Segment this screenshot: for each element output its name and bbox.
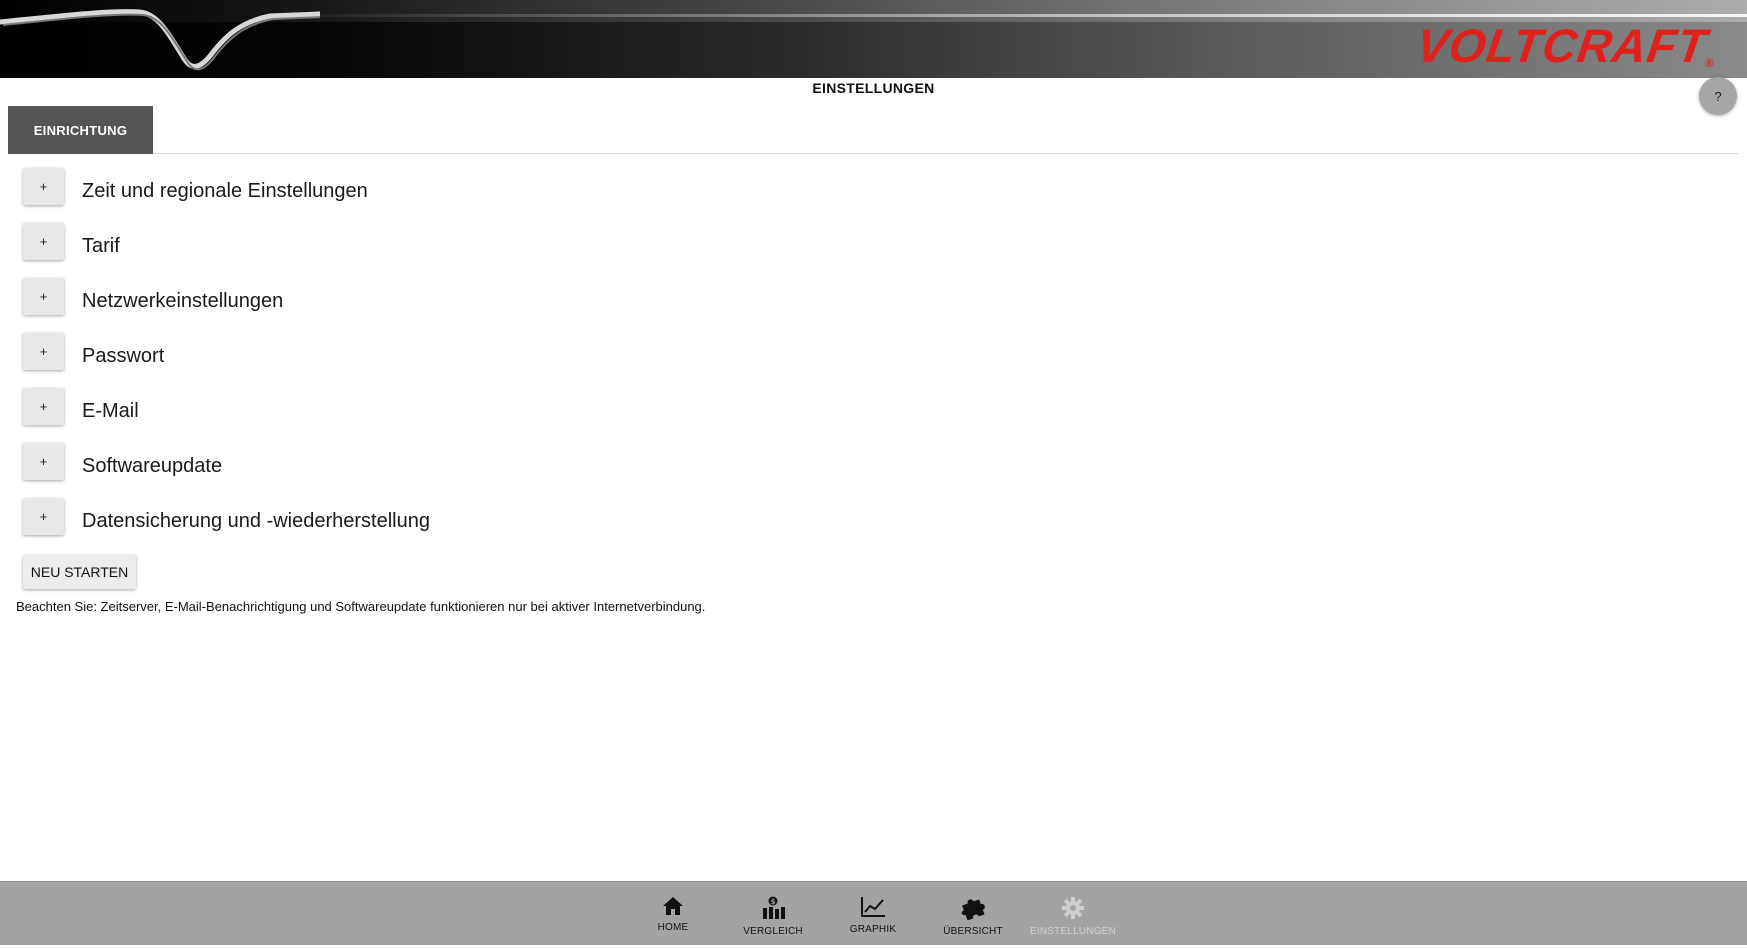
swoosh-logo-icon bbox=[0, 9, 320, 71]
section-label[interactable]: Netzwerkeinstellungen bbox=[82, 290, 283, 313]
nav-label: VERGLEICH bbox=[743, 926, 803, 937]
expand-button[interactable]: + bbox=[23, 333, 64, 370]
nav-vergleich[interactable]: $ VERGLEICH bbox=[728, 896, 818, 937]
expand-button[interactable]: + bbox=[23, 168, 64, 205]
expand-button[interactable]: + bbox=[23, 223, 64, 260]
restart-button[interactable]: NEU STARTEN bbox=[23, 555, 136, 589]
section-time-region: + Zeit und regionale Einstellungen bbox=[23, 168, 823, 223]
settings-sections: + Zeit und regionale Einstellungen + Tar… bbox=[23, 168, 823, 553]
nav-label: ÜBERSICHT bbox=[943, 926, 1003, 937]
nav-label: EINSTELLUNGEN bbox=[1030, 926, 1116, 937]
expand-button[interactable]: + bbox=[23, 388, 64, 425]
nav-uebersicht[interactable]: ÜBERSICHT bbox=[928, 896, 1018, 937]
nav-label: GRAPHIK bbox=[849, 924, 897, 935]
svg-text:$: $ bbox=[771, 898, 776, 906]
expand-button[interactable]: + bbox=[23, 498, 64, 535]
section-label[interactable]: Zeit und regionale Einstellungen bbox=[82, 180, 368, 203]
tab-bar: EINRICHTUNG bbox=[8, 106, 1738, 154]
nav-einstellungen[interactable]: EINSTELLUNGEN bbox=[1028, 896, 1118, 937]
nav-graphik[interactable]: GRAPHIK bbox=[828, 896, 918, 935]
section-label[interactable]: Passwort bbox=[82, 345, 164, 368]
section-password: + Passwort bbox=[23, 333, 823, 388]
app-header: VOLTCRAFT® bbox=[0, 0, 1747, 78]
tab-einrichtung[interactable]: EINRICHTUNG bbox=[8, 106, 153, 154]
internet-note: Beachten Sie: Zeitserver, E-Mail-Benachr… bbox=[16, 599, 706, 614]
section-software-update: + Softwareupdate bbox=[23, 443, 823, 498]
section-label[interactable]: Tarif bbox=[82, 235, 120, 258]
voltcraft-logo: VOLTCRAFT® bbox=[1413, 19, 1716, 72]
expand-button[interactable]: + bbox=[23, 443, 64, 480]
expand-button[interactable]: + bbox=[23, 278, 64, 315]
section-label[interactable]: Softwareupdate bbox=[82, 455, 222, 478]
header-stripe bbox=[260, 14, 1747, 17]
page-title: EINSTELLUNGEN bbox=[812, 80, 935, 96]
section-email: + E-Mail bbox=[23, 388, 823, 443]
section-label[interactable]: Datensicherung und -wiederherstellung bbox=[82, 510, 430, 533]
section-backup-restore: + Datensicherung und -wiederherstellung bbox=[23, 498, 823, 553]
section-network: + Netzwerkeinstellungen bbox=[23, 278, 823, 333]
puzzle-icon bbox=[961, 899, 985, 920]
gear-icon bbox=[1062, 897, 1084, 919]
section-label[interactable]: E-Mail bbox=[82, 400, 139, 423]
comparison-icon: $ bbox=[763, 896, 785, 919]
chart-icon bbox=[861, 897, 885, 917]
nav-label: HOME bbox=[657, 922, 689, 933]
section-tariff: + Tarif bbox=[23, 223, 823, 278]
nav-home[interactable]: HOME bbox=[628, 896, 718, 933]
bottom-nav: HOME $ VERGLEICH GRAPHIK ÜBERSICHT EINST… bbox=[0, 881, 1747, 945]
home-icon bbox=[663, 897, 683, 915]
